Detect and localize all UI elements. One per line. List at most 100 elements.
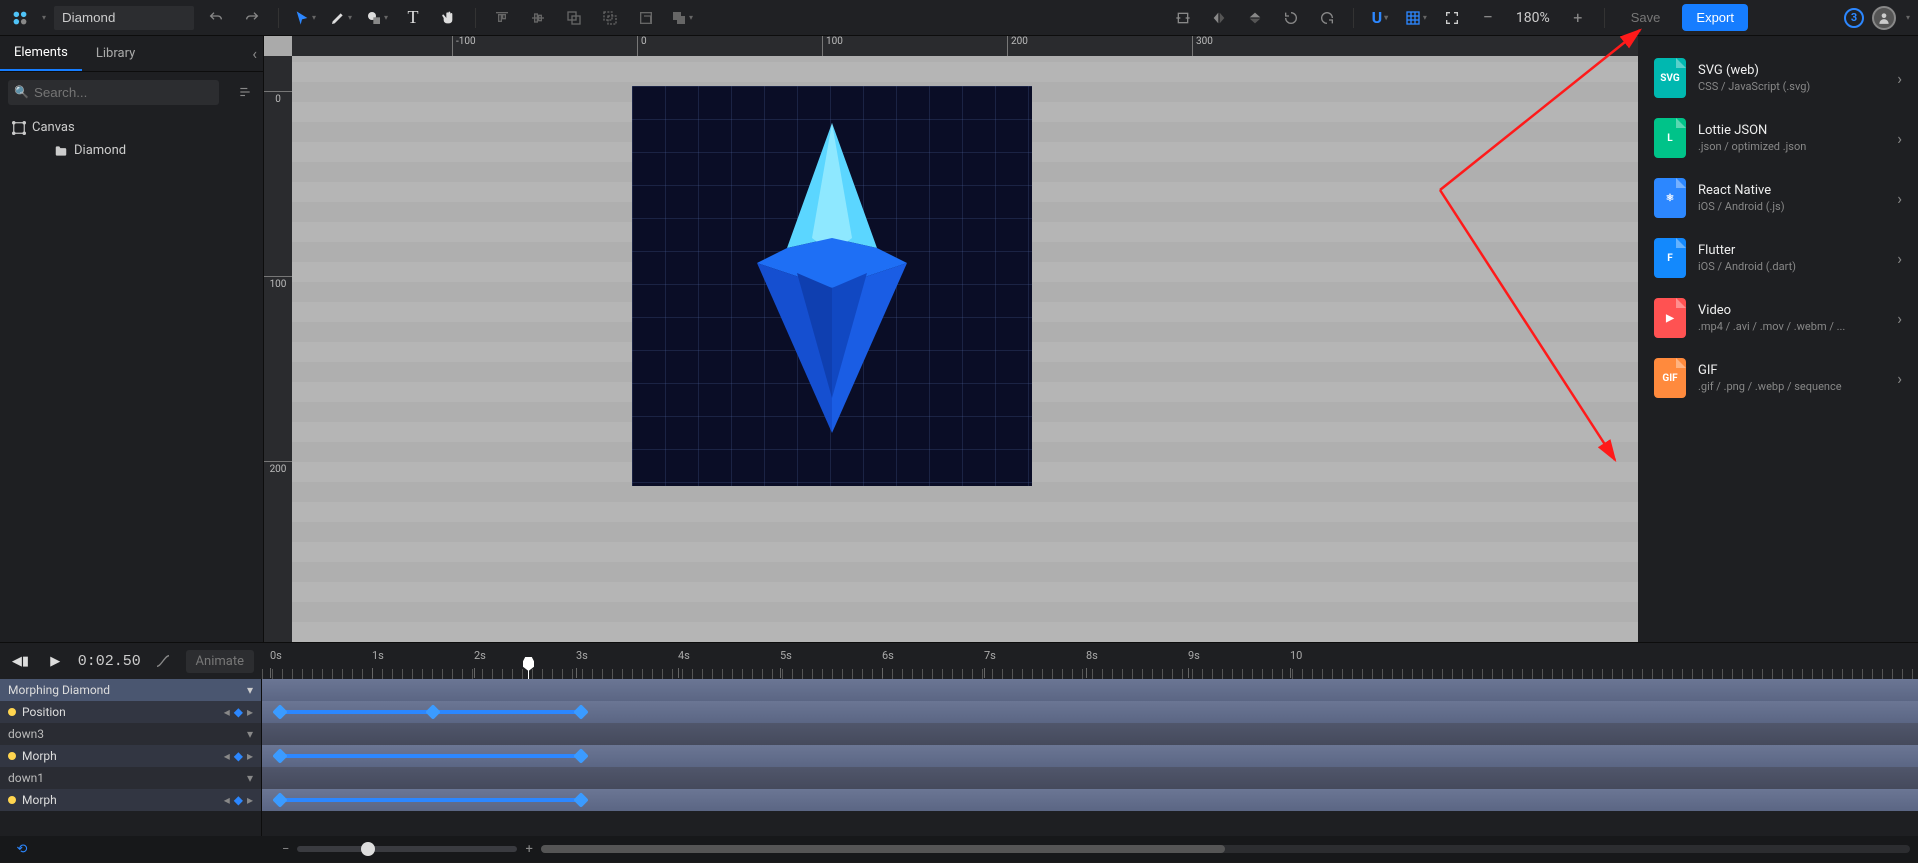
- horizontal-ruler[interactable]: -100 0 100 200 300: [292, 36, 1638, 56]
- chevron-right-icon: ›: [1897, 369, 1902, 388]
- prev-keyframe-button[interactable]: ◂: [224, 705, 230, 719]
- group-button[interactable]: [560, 4, 588, 32]
- keyframe[interactable]: [272, 704, 288, 720]
- collapse-panel-chevron-icon[interactable]: ‹: [252, 44, 257, 63]
- keyframe[interactable]: [573, 792, 589, 808]
- document-name-input[interactable]: [54, 6, 194, 30]
- export-item-lottie-json[interactable]: LLottie JSON.json / optimized .json›: [1638, 108, 1918, 168]
- track-strip[interactable]: [262, 767, 1918, 789]
- boolean-button[interactable]: ▾: [668, 4, 696, 32]
- pen-tool-button[interactable]: ▾: [327, 4, 355, 32]
- vertical-ruler[interactable]: 0 100 200: [264, 56, 292, 642]
- timeline-object-header[interactable]: Morphing Diamond▾: [0, 679, 261, 701]
- keyframe[interactable]: [573, 748, 589, 764]
- ruler-tick: 0: [264, 91, 292, 105]
- diamond-artwork[interactable]: [747, 118, 917, 438]
- timeline-zoom-slider[interactable]: [297, 846, 517, 852]
- export-item-title: SVG (web): [1698, 63, 1885, 78]
- track-strip[interactable]: [262, 723, 1918, 745]
- select-tool-button[interactable]: ▾: [291, 4, 319, 32]
- track-label-down1[interactable]: down1▾: [0, 767, 261, 789]
- tree-canvas-item[interactable]: Canvas: [8, 116, 255, 139]
- tree-diamond-item[interactable]: Diamond: [8, 139, 255, 162]
- export-item-svg-web-[interactable]: SVGSVG (web)CSS / JavaScript (.svg)›: [1638, 48, 1918, 108]
- save-button[interactable]: Save: [1617, 4, 1675, 31]
- file-icon: ⚛: [1654, 178, 1686, 218]
- ungroup-button[interactable]: [596, 4, 624, 32]
- bounds-icon[interactable]: [1169, 4, 1197, 32]
- export-item-video[interactable]: ▶Video.mp4 / .avi / .mov / .webm / ...›: [1638, 288, 1918, 348]
- fit-button[interactable]: [1438, 4, 1466, 32]
- zoom-out-button[interactable]: −: [1474, 4, 1502, 32]
- tree-item-label: Diamond: [74, 143, 126, 158]
- keyframe-diamond-icon[interactable]: ◆: [234, 705, 243, 719]
- keyframe[interactable]: [272, 748, 288, 764]
- timeline-panel: ◀▮ ▶ 0:02.50 Animate 0s1s2s3s4s5s6s7s8s9…: [0, 642, 1918, 862]
- track-strip[interactable]: [262, 745, 1918, 767]
- track-strip[interactable]: [262, 701, 1918, 723]
- user-avatar[interactable]: [1872, 6, 1896, 30]
- timeline-ruler[interactable]: 0s1s2s3s4s5s6s7s8s9s10: [262, 643, 1918, 679]
- keyframe[interactable]: [272, 792, 288, 808]
- tab-library[interactable]: Library: [82, 36, 149, 71]
- redo-button[interactable]: [238, 4, 266, 32]
- tab-elements[interactable]: Elements: [0, 36, 82, 71]
- app-menu-caret-icon[interactable]: ▾: [42, 13, 46, 22]
- go-to-start-button[interactable]: ◀▮: [8, 647, 33, 675]
- flip-h-button[interactable]: [1205, 4, 1233, 32]
- export-item-sub: iOS / Android (.dart): [1698, 260, 1885, 273]
- rotate-cw-button[interactable]: [1313, 4, 1341, 32]
- next-keyframe-button[interactable]: ▸: [247, 705, 253, 719]
- artboard[interactable]: [632, 86, 1032, 486]
- keyframe-diamond-icon[interactable]: ◆: [234, 793, 243, 807]
- zoom-in-timeline-button[interactable]: +: [525, 842, 532, 857]
- align-top-button[interactable]: [488, 4, 516, 32]
- hand-tool-button[interactable]: [435, 4, 463, 32]
- next-keyframe-button[interactable]: ▸: [247, 793, 253, 807]
- export-item-flutter[interactable]: FFlutteriOS / Android (.dart)›: [1638, 228, 1918, 288]
- snap-button[interactable]: U▾: [1366, 4, 1394, 32]
- clip-button[interactable]: [632, 4, 660, 32]
- export-item-gif[interactable]: GIFGIF.gif / .png / .webp / sequence›: [1638, 348, 1918, 408]
- track-label-position[interactable]: Position◂◆▸: [0, 701, 261, 723]
- export-item-react-native[interactable]: ⚛React NativeiOS / Android (.js)›: [1638, 168, 1918, 228]
- canvas-area[interactable]: -100 0 100 200 300 0 100 200: [264, 36, 1638, 642]
- sort-button[interactable]: [235, 78, 255, 106]
- keyframe[interactable]: [573, 704, 589, 720]
- align-middle-button[interactable]: [524, 4, 552, 32]
- shape-tool-button[interactable]: ▾: [363, 4, 391, 32]
- ruler-tick: 200: [1007, 36, 1028, 56]
- zoom-level-label[interactable]: 180%: [1516, 10, 1550, 26]
- flip-v-button[interactable]: [1241, 4, 1269, 32]
- notification-badge[interactable]: 3: [1844, 8, 1864, 28]
- timeline-scrollbar[interactable]: [541, 845, 1910, 853]
- export-button[interactable]: Export: [1682, 4, 1748, 31]
- zoom-in-button[interactable]: +: [1564, 4, 1592, 32]
- time-tick: 3s: [576, 649, 588, 662]
- user-menu-caret-icon[interactable]: ▾: [1906, 13, 1910, 22]
- keyframe-diamond-icon[interactable]: ◆: [234, 749, 243, 763]
- zoom-out-timeline-button[interactable]: −: [282, 842, 289, 857]
- search-input[interactable]: [8, 80, 219, 105]
- easing-button[interactable]: [151, 647, 176, 675]
- animate-button[interactable]: Animate: [186, 650, 254, 673]
- app-logo-icon[interactable]: [8, 6, 32, 30]
- text-tool-button[interactable]: T: [399, 4, 427, 32]
- keyframe[interactable]: [425, 704, 441, 720]
- undo-button[interactable]: [202, 4, 230, 32]
- prev-keyframe-button[interactable]: ◂: [224, 793, 230, 807]
- rotate-ccw-button[interactable]: [1277, 4, 1305, 32]
- track-label-morph[interactable]: Morph◂◆▸: [0, 789, 261, 811]
- chevron-right-icon: ›: [1897, 129, 1902, 148]
- prev-keyframe-button[interactable]: ◂: [224, 749, 230, 763]
- playhead[interactable]: [528, 659, 529, 679]
- grid-button[interactable]: ▾: [1402, 4, 1430, 32]
- keyframe-dot-icon: [8, 796, 16, 804]
- time-tick: 5s: [780, 649, 792, 662]
- next-keyframe-button[interactable]: ▸: [247, 749, 253, 763]
- track-label-morph[interactable]: Morph◂◆▸: [0, 745, 261, 767]
- track-label-down3[interactable]: down3▾: [0, 723, 261, 745]
- play-button[interactable]: ▶: [43, 647, 68, 675]
- track-strip[interactable]: [262, 789, 1918, 811]
- loop-button[interactable]: ⟲: [8, 835, 36, 863]
